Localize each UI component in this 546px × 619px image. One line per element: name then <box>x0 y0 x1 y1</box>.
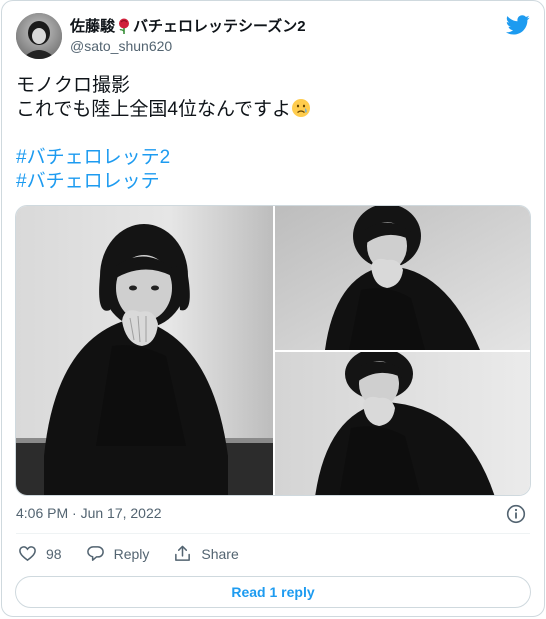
tweet-card: 佐藤駿 バチェロレッテシーズン2 @sato_shun620 モノクロ撮影 これ… <box>1 0 545 617</box>
tweet-text-spacer <box>16 122 311 146</box>
photo-2[interactable] <box>275 206 530 350</box>
share-icon <box>175 545 191 561</box>
tweet-text-line-1: モノクロ撮影 <box>16 75 131 96</box>
heart-icon <box>19 546 36 562</box>
hashtag-link[interactable]: #バチェロレッテ2 <box>16 146 311 170</box>
avatar[interactable] <box>16 13 62 59</box>
media-grid <box>15 205 531 496</box>
like-button[interactable]: 98 <box>18 544 62 563</box>
reply-label: Reply <box>113 545 150 562</box>
share-label: Share <box>201 545 239 562</box>
twitter-bird-icon[interactable] <box>506 13 530 37</box>
like-count: 98 <box>46 545 62 562</box>
share-button[interactable]: Share <box>173 544 239 563</box>
author-handle[interactable]: @sato_shun620 <box>70 38 172 54</box>
reply-button[interactable]: Reply <box>86 544 150 563</box>
photo-1[interactable] <box>16 206 273 495</box>
hashtag-link[interactable]: #バチェロレッテ <box>16 170 311 194</box>
tweet-text-line-2-text: これでも陸上全国4位なんですよ <box>16 99 292 120</box>
divider <box>16 533 530 534</box>
tweet-text-line-2: これでも陸上全国4位なんですよ <box>16 98 311 122</box>
read-replies-button[interactable]: Read 1 reply <box>15 576 531 608</box>
timestamp[interactable]: 4:06 PM · Jun 17, 2022 <box>16 505 162 521</box>
author-display-name-suffix[interactable]: バチェロレッテシーズン2 <box>133 15 306 36</box>
rose-emoji-icon <box>117 18 131 34</box>
crying-face-emoji-icon <box>291 98 311 118</box>
author-display-name[interactable]: 佐藤駿 <box>70 15 115 36</box>
tweet-text: モノクロ撮影 これでも陸上全国4位なんですよ #バチェロレッテ2 #バチェロレッ… <box>16 74 311 194</box>
photo-3[interactable] <box>275 352 530 495</box>
author-name-row[interactable]: 佐藤駿 バチェロレッテシーズン2 <box>70 15 306 36</box>
action-bar: 98 Reply Share <box>18 544 263 563</box>
info-icon[interactable] <box>506 504 526 524</box>
reply-bubble-icon <box>86 546 104 561</box>
